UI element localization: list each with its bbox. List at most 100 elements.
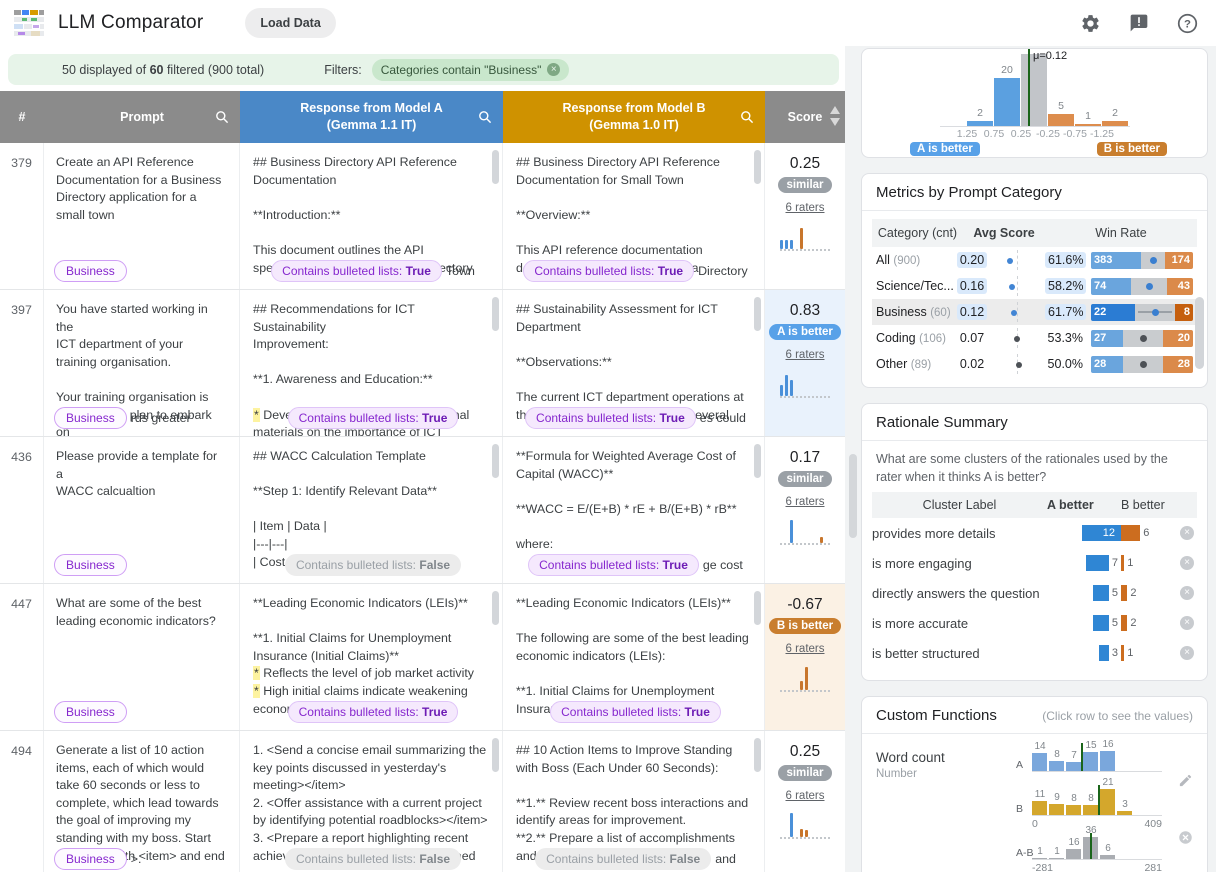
- table-row[interactable]: 436Please provide a template for a WACC …: [0, 437, 845, 584]
- prompt-cell[interactable]: Create an API Reference Documentation fo…: [44, 143, 240, 289]
- cell-scrollbar-thumb[interactable]: [492, 297, 499, 331]
- prompt-category-chip[interactable]: Business: [54, 701, 127, 723]
- search-icon[interactable]: [477, 109, 493, 130]
- bulleted-lists-chip[interactable]: Contains bulleted lists: False: [285, 554, 461, 576]
- raters-link[interactable]: 6 raters: [786, 496, 825, 508]
- response-text: ## Business Directory API Reference Docu…: [516, 154, 751, 277]
- help-icon[interactable]: ?: [1177, 13, 1198, 34]
- metric-category-row[interactable]: Coding (106)0.0753.3%2720: [872, 325, 1197, 351]
- response-a-cell[interactable]: ## Business Directory API Reference Docu…: [240, 143, 503, 289]
- metrics-scrollbar-thumb[interactable]: [1195, 297, 1204, 369]
- prompt-category-chip[interactable]: Business: [54, 260, 127, 282]
- search-icon[interactable]: [214, 109, 230, 130]
- raters-link[interactable]: 6 raters: [786, 643, 825, 655]
- distribution-bar-label: 1: [1075, 110, 1101, 122]
- metric-category-row[interactable]: Science/Tec... (190)0.1658.2%7443: [872, 273, 1197, 299]
- feedback-icon[interactable]: [1129, 13, 1149, 33]
- response-text: ## Business Directory API Reference Docu…: [253, 154, 489, 277]
- bulleted-lists-chip[interactable]: Contains bulleted lists: True: [288, 407, 459, 429]
- cell-scrollbar-thumb[interactable]: [492, 591, 499, 625]
- cluster-remove-button[interactable]: ×: [1177, 616, 1197, 630]
- filter-chip-business[interactable]: Categories contain "Business"×: [372, 59, 570, 81]
- histogram-bar: [790, 813, 793, 837]
- response-b-cell[interactable]: **Leading Economic Indicators (LEIs)** T…: [503, 584, 765, 730]
- search-icon[interactable]: [739, 109, 755, 130]
- score-verdict-badge: similar: [778, 765, 831, 781]
- cell-scrollbar-thumb[interactable]: [754, 297, 761, 331]
- response-a-cell[interactable]: 1. <Send a concise email summarizing the…: [240, 731, 503, 872]
- distribution-bar-label: 20: [994, 64, 1020, 76]
- response-b-cell[interactable]: ## Business Directory API Reference Docu…: [503, 143, 765, 289]
- edit-pencil-icon[interactable]: [1178, 773, 1193, 788]
- table-row[interactable]: 494Generate a list of 10 action items, e…: [0, 731, 845, 872]
- filter-chip-close-icon[interactable]: ×: [547, 63, 560, 76]
- prompt-cell[interactable]: You have started working in the ICT depa…: [44, 290, 240, 436]
- response-b-cell[interactable]: ## Sustainability Assessment for ICT Dep…: [503, 290, 765, 436]
- response-b-cell[interactable]: ## 10 Action Items to Improve Standing w…: [503, 731, 765, 872]
- cell-scrollbar-thumb[interactable]: [492, 444, 499, 478]
- table-row[interactable]: 447What are some of the best leading eco…: [0, 584, 845, 731]
- cell-scrollbar-thumb[interactable]: [754, 150, 761, 184]
- cell-scrollbar-thumb[interactable]: [754, 738, 761, 772]
- metric-category-row[interactable]: All (900)0.2061.6%383174: [872, 247, 1197, 273]
- axis-min-label: -281: [1032, 862, 1053, 872]
- prompt-cell[interactable]: Generate a list of 10 action items, each…: [44, 731, 240, 872]
- rationale-cluster-row[interactable]: directly answers the question52×: [872, 578, 1197, 608]
- rationale-cluster-row[interactable]: is better structured31×: [872, 638, 1197, 668]
- cell-scrollbar-thumb[interactable]: [492, 150, 499, 184]
- bulleted-lists-chip[interactable]: Contains bulleted lists: True: [288, 701, 459, 723]
- sort-ascending-icon[interactable]: [830, 106, 840, 114]
- prompt-category-chip[interactable]: Business: [54, 554, 127, 576]
- cluster-remove-button[interactable]: ×: [1177, 646, 1197, 660]
- cluster-remove-button[interactable]: ×: [1177, 526, 1197, 540]
- prompt-cell[interactable]: Please provide a template for a WACC cal…: [44, 437, 240, 583]
- response-b-cell[interactable]: **Formula for Weighted Average Cost of C…: [503, 437, 765, 583]
- cluster-remove-button[interactable]: ×: [1177, 586, 1197, 600]
- metric-win-rate: 50.0%: [1045, 357, 1087, 371]
- response-a-cell[interactable]: ## Recommendations for ICT Sustainabilit…: [240, 290, 503, 436]
- custom-function-row[interactable]: Word countNumberA14871516B119882130409A-…: [862, 734, 1207, 872]
- custom-functions-title: Custom Functions: [876, 707, 997, 724]
- prompt-category-chip[interactable]: Business: [54, 407, 127, 429]
- prompt-cell[interactable]: What are some of the best leading econom…: [44, 584, 240, 730]
- raters-link[interactable]: 6 raters: [786, 349, 825, 361]
- metric-category-row[interactable]: Business (60)0.1261.7%228: [872, 299, 1197, 325]
- bulleted-lists-chip[interactable]: Contains bulleted lists: False: [285, 848, 461, 870]
- histogram-baseline: [780, 396, 830, 398]
- bulleted-lists-chip[interactable]: Contains bulleted lists: True: [528, 554, 699, 576]
- load-data-button[interactable]: Load Data: [245, 8, 335, 38]
- cell-scrollbar-thumb[interactable]: [754, 444, 761, 478]
- metric-avg-score: 0.02: [955, 357, 989, 371]
- function-info: Word countNumber: [876, 744, 1016, 872]
- response-a-cell[interactable]: ## WACC Calculation Template **Step 1: I…: [240, 437, 503, 583]
- remove-function-icon[interactable]: [1178, 830, 1193, 845]
- response-chip-row: Contains bulleted lists: Truees could: [513, 407, 758, 429]
- cell-scrollbar-thumb[interactable]: [754, 591, 761, 625]
- raters-link[interactable]: 6 raters: [786, 790, 825, 802]
- histogram-bar-value: 16: [1066, 837, 1082, 848]
- cell-scrollbar-thumb[interactable]: [492, 738, 499, 772]
- metric-category-row[interactable]: Other (89)0.0250.0%2828: [872, 351, 1197, 377]
- table-row[interactable]: 379Create an API Reference Documentation…: [0, 143, 845, 290]
- cluster-remove-button[interactable]: ×: [1177, 556, 1197, 570]
- histogram-bar: [800, 681, 803, 690]
- table-row[interactable]: 397You have started working in the ICT d…: [0, 290, 845, 437]
- bulleted-lists-chip[interactable]: Contains bulleted lists: True: [525, 407, 696, 429]
- dotplot-axis: [1017, 276, 1018, 296]
- settings-gear-icon[interactable]: [1080, 13, 1101, 34]
- bulleted-lists-chip[interactable]: Contains bulleted lists: False: [535, 848, 711, 870]
- svg-text:?: ?: [1184, 18, 1191, 30]
- bulleted-lists-chip[interactable]: Contains bulleted lists: True: [523, 260, 694, 282]
- bulleted-lists-chip[interactable]: Contains bulleted lists: True: [550, 701, 721, 723]
- word-count-histogram-b: B119882130409: [1032, 786, 1162, 816]
- rationale-cluster-row[interactable]: provides more details126×: [872, 518, 1197, 548]
- rationale-cluster-row[interactable]: is more engaging71×: [872, 548, 1197, 578]
- response-a-cell[interactable]: **Leading Economic Indicators (LEIs)** *…: [240, 584, 503, 730]
- rationale-cluster-row[interactable]: is more accurate52×: [872, 608, 1197, 638]
- bulleted-lists-chip[interactable]: Contains bulleted lists: True: [271, 260, 442, 282]
- raters-link[interactable]: 6 raters: [786, 202, 825, 214]
- prompt-category-chip[interactable]: Business: [54, 848, 127, 870]
- sort-descending-icon[interactable]: [830, 118, 840, 126]
- response-chip-row: Contains bulleted lists: False: [250, 848, 496, 870]
- table-scrollbar-thumb[interactable]: [849, 454, 857, 538]
